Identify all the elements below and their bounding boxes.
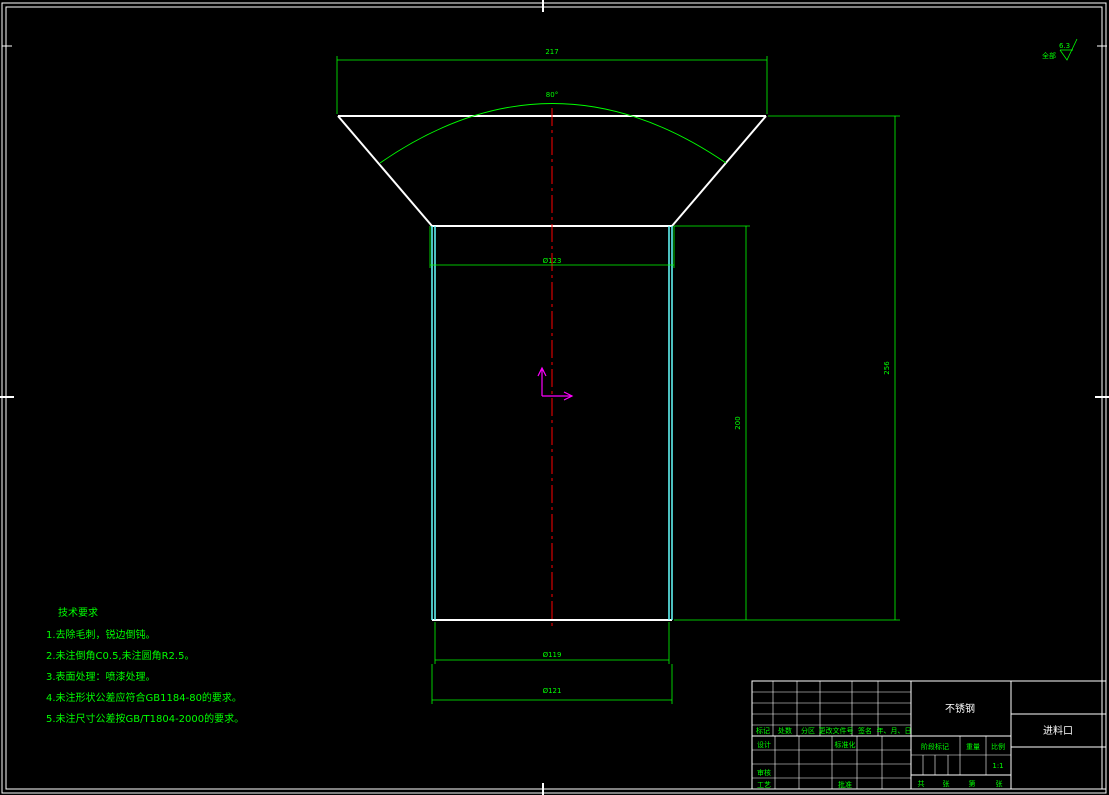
header-cell-zone: 分区 (801, 726, 815, 735)
dim-outer-dia (431, 664, 673, 704)
title-block-part-name: 进料口 (1043, 724, 1073, 737)
tb-process: 工艺 (757, 781, 771, 789)
cad-drawing: 217 80° Ø123 256 200 Ø119 Ø121 全部 6.3 技术… (0, 0, 1109, 795)
title-block-grid (752, 681, 1011, 789)
inner-frame (5, 6, 1103, 790)
header-cell-count: 处数 (778, 726, 792, 735)
tb-stage-mark: 阶段标记 (921, 742, 949, 751)
dim-outer-dia-label: Ø121 (543, 687, 562, 695)
note-item-3: 3.表面处理：喷漆处理。 (46, 670, 156, 683)
tb-sheet-unit-2: 张 (996, 779, 1003, 788)
note-item-4: 4.未注形状公差应符合GB1184-80的要求。 (46, 691, 242, 704)
dim-angle-arc (379, 103, 727, 164)
note-item-1: 1.去除毛刺，锐边倒钝。 (46, 628, 156, 641)
note-item-2: 2.未注倒角C0.5,未注圆角R2.5。 (46, 649, 194, 662)
dim-total-height (674, 115, 900, 621)
tb-review: 审核 (757, 768, 771, 777)
centering-marks (0, 0, 1109, 795)
dim-angle-label: 80° (546, 91, 558, 99)
tb-scale-value: 1:1 (992, 762, 1003, 770)
title-block-material: 不锈钢 (945, 702, 975, 715)
header-cell-signature: 签名 (858, 726, 872, 735)
notes-title: 技术要求 (58, 606, 98, 619)
tb-sheet-total: 共 (918, 779, 925, 788)
note-item-5: 5.未注尺寸公差按GB/T1804-2000的要求。 (46, 712, 244, 725)
ucs-axis-icon (537, 366, 574, 401)
roughness-prefix: 全部 (1042, 51, 1056, 60)
tb-scale: 比例 (991, 742, 1005, 751)
dim-inner-dia-label: Ø119 (543, 651, 562, 659)
header-cell-change-doc: 更改文件号 (819, 726, 854, 735)
outer-frame (1, 2, 1107, 794)
dim-body-height-label: 200 (734, 416, 742, 429)
header-cell-date: 年、月、日 (877, 726, 912, 735)
tb-sheet-unit-1: 张 (943, 779, 950, 788)
dim-total-height-label: 256 (883, 361, 891, 375)
tb-design: 设计 (757, 740, 771, 749)
header-cell-mark: 标记 (756, 726, 770, 735)
dim-top-width-label: 217 (545, 48, 558, 56)
tb-sheet-no: 第 (969, 779, 976, 788)
tb-weight: 重量 (966, 743, 980, 751)
tb-approve: 批准 (838, 780, 852, 789)
dim-top-width (336, 56, 768, 114)
dim-upper-dia-label: Ø123 (543, 257, 562, 265)
tb-standardize: 标准化 (835, 740, 856, 749)
roughness-value: 6.3 (1059, 42, 1070, 50)
